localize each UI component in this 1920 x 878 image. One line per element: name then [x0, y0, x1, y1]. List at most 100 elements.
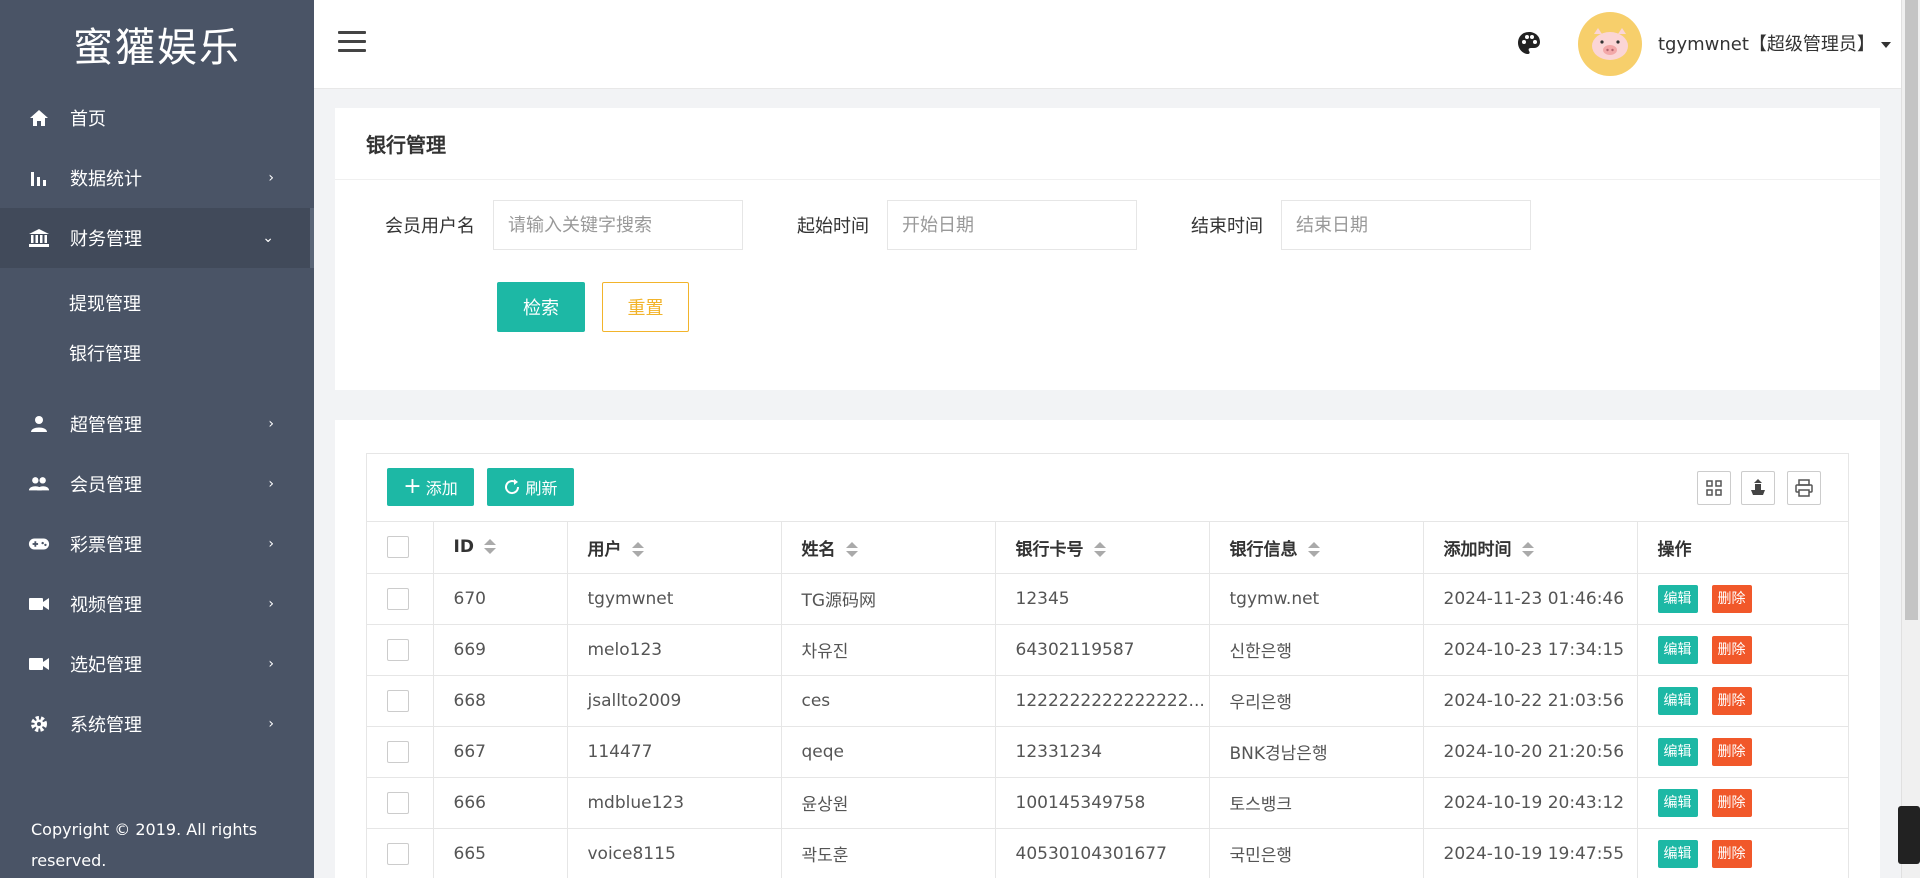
cell-card: 40530104301677 [995, 828, 1210, 878]
cell-time: 2024-10-22 21:03:56 [1423, 675, 1638, 727]
cell-actions: 编辑 删除 [1637, 675, 1848, 727]
col-header-user[interactable]: 用户 [567, 522, 782, 574]
cell-name: 차유진 [781, 624, 996, 676]
cell-id: 667 [433, 726, 568, 778]
sidebar-item-videos[interactable]: 视频管理 › [0, 574, 314, 634]
edit-button[interactable]: 编辑 [1657, 584, 1698, 613]
row-check-cell [367, 777, 434, 829]
table-row: 669 melo123 차유진 64302119587 신한은행 2024-10… [367, 624, 1848, 676]
users-icon [28, 473, 50, 495]
export-icon[interactable] [1741, 471, 1775, 505]
sidebar-subitem-bank[interactable]: 银行管理 [0, 328, 314, 378]
cell-name: TG源码网 [781, 573, 996, 625]
brand-logo: 蜜獾娱乐 [73, 25, 241, 71]
col-header-bank[interactable]: 银行信息 [1209, 522, 1424, 574]
cell-user: mdblue123 [567, 777, 782, 829]
cell-bank: 우리은행 [1209, 675, 1424, 727]
cell-bank: 신한은행 [1209, 624, 1424, 676]
edit-button[interactable]: 编辑 [1657, 737, 1698, 766]
sidebar-item-label: 会员管理 [70, 475, 142, 496]
edit-button[interactable]: 编辑 [1657, 635, 1698, 664]
user-menu[interactable]: tgymwnet【超级管理员】 [1658, 30, 1891, 56]
cell-id: 665 [433, 828, 568, 878]
row-check-cell [367, 573, 434, 625]
delete-button[interactable]: 删除 [1711, 839, 1752, 868]
table-row: 670 tgymwnet TG源码网 12345 tgymw.net 2024-… [367, 573, 1848, 625]
add-button[interactable]: + 添加 [387, 468, 474, 506]
delete-button[interactable]: 删除 [1711, 788, 1752, 817]
end-date-input[interactable] [1281, 200, 1531, 250]
cell-card: 64302119587 [995, 624, 1210, 676]
sidebar-item-finance[interactable]: 财务管理 ⌄ [0, 208, 314, 268]
sidebar-item-members[interactable]: 会员管理 › [0, 454, 314, 514]
edit-button[interactable]: 编辑 [1657, 686, 1698, 715]
username-label: 会员用户名 [385, 216, 475, 237]
video-icon [28, 593, 50, 615]
row-checkbox[interactable] [387, 740, 409, 763]
start-date-label: 起始时间 [797, 216, 869, 237]
sort-icon[interactable] [631, 541, 644, 558]
scrollbar-thumb[interactable] [1905, 0, 1918, 620]
chevron-right-icon: › [268, 596, 274, 612]
chevron-right-icon: › [268, 170, 274, 186]
page-scrollbar[interactable] [1901, 0, 1920, 878]
cell-id: 670 [433, 573, 568, 625]
sort-icon[interactable] [1093, 541, 1106, 558]
chevron-right-icon: › [268, 536, 274, 552]
cell-user: jsallto2009 [567, 675, 782, 727]
avatar[interactable] [1578, 12, 1642, 76]
col-header-id[interactable]: ID [433, 522, 568, 574]
columns-filter-icon[interactable] [1697, 471, 1731, 505]
sidebar-item-lottery[interactable]: 彩票管理 › [0, 514, 314, 574]
sidebar-item-statistics[interactable]: 数据统计 › [0, 148, 314, 208]
row-checkbox[interactable] [387, 842, 409, 865]
username-search-input[interactable] [493, 200, 743, 250]
menu-toggle-icon[interactable] [338, 31, 366, 55]
page-title: 银行管理 [335, 108, 1880, 180]
sort-icon[interactable] [1307, 541, 1320, 558]
cell-card: 100145349758 [995, 777, 1210, 829]
cell-name: 곽도훈 [781, 828, 996, 878]
sort-icon[interactable] [1521, 541, 1534, 558]
sort-icon[interactable] [483, 539, 496, 555]
add-label: 添加 [425, 479, 458, 498]
delete-button[interactable]: 删除 [1711, 686, 1752, 715]
reset-button[interactable]: 重置 [602, 282, 689, 332]
start-date-input[interactable] [887, 200, 1137, 250]
cell-actions: 编辑 删除 [1637, 777, 1848, 829]
sidebar-item-home[interactable]: 首页 [0, 88, 314, 148]
col-header-name[interactable]: 姓名 [781, 522, 996, 574]
delete-button[interactable]: 删除 [1711, 635, 1752, 664]
chevron-right-icon: › [268, 656, 274, 672]
copyright-text: Copyright © 2019. All rights reserved. [31, 820, 258, 870]
end-date-label: 结束时间 [1191, 216, 1263, 237]
col-header-card[interactable]: 银行卡号 [995, 522, 1210, 574]
sidebar-item-selection[interactable]: 选妃管理 › [0, 634, 314, 694]
row-checkbox[interactable] [387, 587, 409, 610]
col-header-time[interactable]: 添加时间 [1423, 522, 1638, 574]
delete-button[interactable]: 删除 [1711, 584, 1752, 613]
sidebar-item-system[interactable]: 系统管理 › [0, 694, 314, 754]
sidebar-item-admins[interactable]: 超管管理 › [0, 394, 314, 454]
col-header-label: ID [453, 537, 474, 558]
cell-bank: 토스뱅크 [1209, 777, 1424, 829]
cell-name: 윤상원 [781, 777, 996, 829]
print-icon[interactable] [1787, 471, 1821, 505]
col-header-actions: 操作 [1637, 522, 1848, 574]
sidebar-subitem-withdraw[interactable]: 提现管理 [0, 278, 314, 328]
delete-button[interactable]: 删除 [1711, 737, 1752, 766]
row-checkbox[interactable] [387, 689, 409, 712]
search-button[interactable]: 检索 [497, 282, 585, 332]
palette-icon[interactable] [1516, 30, 1544, 58]
finance-submenu: 提现管理 银行管理 [0, 268, 314, 394]
edit-button[interactable]: 编辑 [1657, 839, 1698, 868]
row-checkbox[interactable] [387, 638, 409, 661]
sort-icon[interactable] [845, 541, 858, 558]
floating-widget[interactable] [1898, 806, 1920, 864]
refresh-button[interactable]: 刷新 [487, 468, 574, 506]
row-checkbox[interactable] [387, 791, 409, 814]
cell-bank: 국민은행 [1209, 828, 1424, 878]
chevron-right-icon: › [268, 416, 274, 432]
edit-button[interactable]: 编辑 [1657, 788, 1698, 817]
select-all-checkbox[interactable] [387, 536, 409, 559]
